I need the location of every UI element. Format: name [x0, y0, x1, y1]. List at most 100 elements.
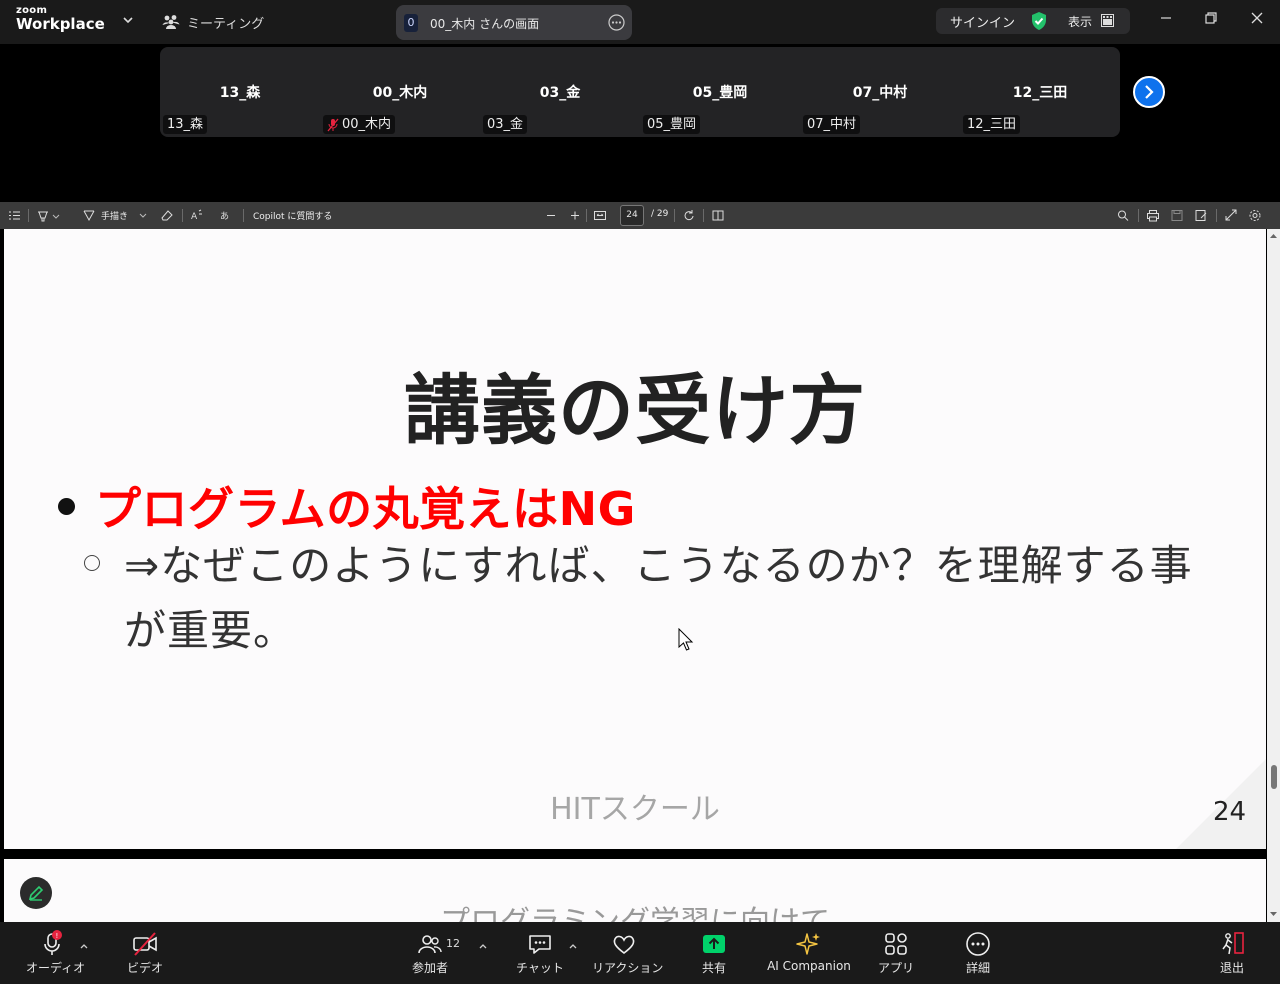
eraser-icon[interactable] — [160, 208, 174, 223]
muted-mic-icon — [327, 118, 339, 131]
fullscreen-icon[interactable] — [1224, 208, 1238, 223]
document-viewport[interactable]: 講義の受け方 プログラムの丸覚えはNG ⇒なぜこのようにすれば、こうなるのか？を… — [0, 229, 1280, 922]
toolbar-divider — [182, 209, 183, 222]
more-options-icon[interactable] — [608, 14, 625, 31]
signin-button[interactable]: サインイン — [950, 12, 1015, 31]
page-number-input[interactable]: 24 — [620, 205, 644, 226]
annotate-pen-button[interactable] — [20, 877, 52, 909]
highlight-icon[interactable] — [36, 208, 60, 223]
svg-text:A: A — [191, 212, 198, 222]
participant-name-small: 03_金 — [487, 117, 524, 132]
search-icon[interactable] — [1116, 208, 1130, 223]
video-button[interactable]: ビデオ — [122, 930, 168, 976]
chat-bubble-icon — [529, 935, 551, 954]
signin-view-group: サインイン 表示 — [936, 8, 1130, 34]
save-icon[interactable] — [1170, 208, 1184, 223]
scroll-up-arrow-icon[interactable] — [1270, 233, 1277, 239]
next-participants-button[interactable] — [1133, 76, 1165, 108]
more-label: 詳細 — [965, 961, 990, 975]
zoom-out-icon[interactable] — [545, 208, 557, 223]
participants-icon-wrap — [416, 930, 444, 958]
chevron-down-icon[interactable] — [138, 208, 148, 223]
participant-name-small: 12_三田 — [967, 117, 1017, 132]
chevron-down-icon[interactable] — [121, 13, 135, 27]
bullet-secondary-text: ⇒なぜこのようにすれば、こうなるのか？を理解する事が重要。 — [124, 541, 1193, 655]
zoom-workplace-logo[interactable]: zoom Workplace — [16, 6, 105, 32]
print-icon[interactable] — [1146, 208, 1160, 223]
participant-tile[interactable]: 13_森 13_森 — [160, 47, 320, 137]
meeting-menu-button[interactable]: ミーティング — [162, 12, 264, 32]
bullet-primary: プログラムの丸覚えはNG — [58, 473, 636, 539]
translate-icon[interactable]: あ — [220, 208, 236, 223]
participants-label: 参加者 — [411, 961, 448, 975]
reactions-button[interactable]: リアクション — [592, 930, 664, 976]
participant-name-tag: 07_中村 — [803, 115, 861, 134]
share-label: 共有 — [701, 961, 726, 975]
settings-gear-icon[interactable] — [1248, 208, 1262, 223]
meeting-people-icon — [162, 15, 180, 29]
share-button[interactable]: 共有 — [694, 930, 734, 976]
more-button[interactable]: 詳細 — [958, 930, 998, 976]
fit-page-icon[interactable] — [593, 208, 607, 223]
apps-button[interactable]: アプリ — [876, 930, 916, 976]
participant-tile[interactable]: 03_金 03_金 — [480, 47, 640, 137]
microphone-icon: ! — [44, 930, 62, 955]
page-view-icon[interactable] — [711, 208, 725, 223]
close-icon[interactable] — [1249, 10, 1265, 26]
participant-tile[interactable]: 00_木内 00_木内 — [320, 47, 480, 137]
chat-button[interactable]: チャット — [516, 930, 564, 976]
participant-tile[interactable]: 12_三田 12_三田 — [960, 47, 1120, 137]
participant-name-large: 12_三田 — [1012, 85, 1068, 101]
toolbar-divider — [28, 209, 29, 222]
document-scrollbar[interactable] — [1267, 229, 1280, 922]
participant-tile[interactable]: 07_中村 07_中村 — [800, 47, 960, 137]
pencil-icon — [28, 885, 44, 901]
meeting-label: ミーティング — [187, 16, 265, 32]
bullet-primary-text: プログラムの丸覚えはNG — [95, 482, 636, 536]
participant-name-tag: 13_森 — [163, 115, 208, 134]
audio-options-caret-icon[interactable] — [79, 942, 89, 950]
participant-name-small: 05_豊岡 — [647, 117, 697, 132]
ai-companion-button[interactable]: AI Companion — [766, 930, 852, 973]
contents-list-icon[interactable] — [8, 208, 21, 223]
mouse-cursor-icon — [678, 628, 694, 651]
leave-icon-wrap — [1218, 930, 1246, 958]
scroll-down-arrow-icon[interactable] — [1270, 911, 1277, 917]
apps-label: アプリ — [877, 961, 914, 975]
pdf-toolbar: 手描き A あ Copilot に質問する 24 / 29 — [0, 202, 1280, 229]
next-slide-page: プログラミング学習に向けて — [4, 859, 1266, 922]
participants-options-caret-icon[interactable] — [478, 942, 488, 950]
slide-title: 講義の受け方 — [404, 366, 866, 455]
leave-button[interactable]: 退出 — [1212, 930, 1252, 976]
participant-name-small: 00_木内 — [342, 117, 392, 132]
leave-door-icon — [1222, 932, 1244, 955]
participant-name-tag: 00_木内 — [323, 115, 396, 134]
page-total: / 29 — [651, 209, 669, 219]
shared-screen-pill[interactable]: 0 00_木内 さんの画面 — [396, 5, 632, 40]
read-aloud-icon[interactable]: A — [190, 208, 204, 223]
participant-name-large: 07_中村 — [852, 85, 908, 101]
participants-count: 12 — [446, 937, 460, 950]
rotate-icon[interactable] — [682, 208, 696, 223]
minimize-icon[interactable] — [1158, 10, 1174, 26]
participant-tile[interactable]: 05_豊岡 05_豊岡 — [640, 47, 800, 137]
grid-view-icon[interactable] — [1101, 14, 1114, 27]
title-bar: zoom Workplace ミーティング 0 00_木内 さんの画面 サインイ… — [0, 0, 1280, 44]
shield-check-icon[interactable] — [1030, 11, 1048, 31]
video-icon-wrap — [131, 930, 159, 958]
save-as-icon[interactable] — [1194, 208, 1208, 223]
logo-workplace-text: Workplace — [16, 15, 105, 33]
copilot-ask-button[interactable]: Copilot に質問する — [253, 209, 332, 222]
slide-footer: HITスクール — [550, 792, 720, 827]
reactions-icon-wrap — [610, 930, 638, 958]
draw-label[interactable]: 手描き — [101, 209, 128, 222]
audio-button[interactable]: ! オーディオ — [26, 930, 85, 976]
restore-icon[interactable] — [1203, 10, 1219, 26]
scrollbar-thumb[interactable] — [1271, 765, 1277, 789]
chat-options-caret-icon[interactable] — [568, 942, 578, 950]
reactions-label: リアクション — [592, 961, 664, 975]
view-button[interactable]: 表示 — [1068, 13, 1092, 30]
draw-pen-icon[interactable] — [82, 208, 96, 223]
participants-icon — [418, 935, 442, 954]
zoom-in-icon[interactable] — [569, 208, 581, 223]
